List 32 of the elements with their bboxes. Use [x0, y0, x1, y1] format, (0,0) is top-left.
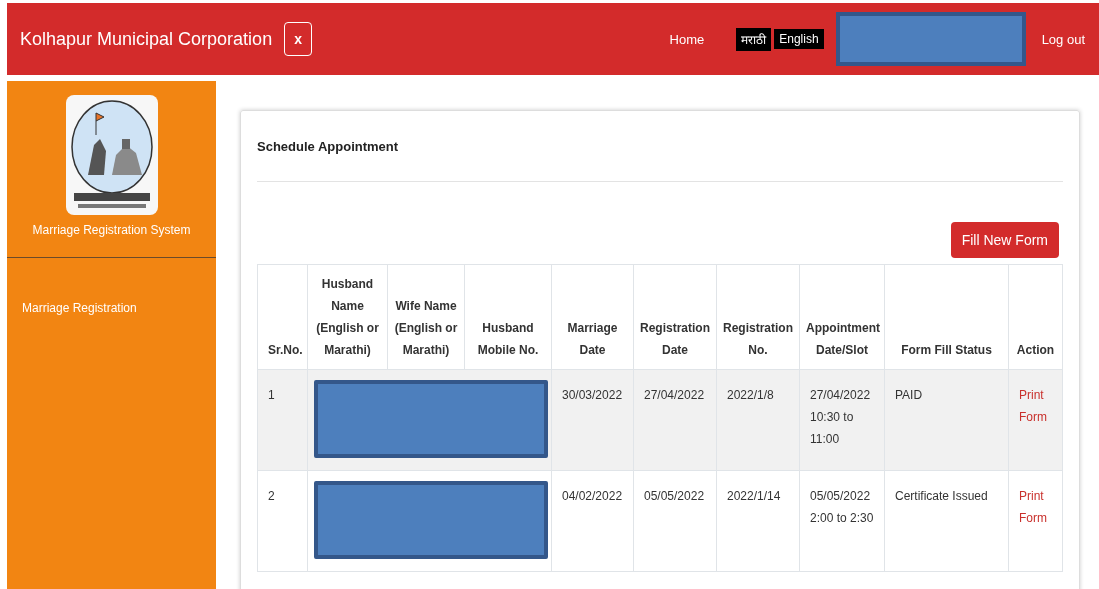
sidebar-item[interactable]: Marriage Registration [7, 301, 216, 315]
column-header: Registration No. [716, 264, 800, 370]
fill-new-form-button[interactable]: Fill New Form [950, 222, 1059, 258]
close-button[interactable]: x [284, 22, 313, 56]
table-cell: 30/03/2022 [551, 369, 634, 471]
language-button[interactable]: मराठी [736, 27, 772, 51]
column-header: Appointment Date/Slot [799, 264, 885, 370]
site-title: Kolhapur Municipal Corporation [20, 28, 273, 50]
column-header: Husband Name (English or Marathi) [307, 264, 388, 370]
column-header: Action [1008, 264, 1063, 370]
table-cell: 05/05/2022 [633, 470, 717, 572]
table-cell: 27/04/2022 10:30 to 11:00 [799, 369, 885, 471]
column-header: Wife Name (English or Marathi) [387, 264, 465, 370]
language-button[interactable]: English [774, 29, 824, 49]
column-header: Husband Mobile No. [464, 264, 552, 370]
table-cell: 2022/1/14 [716, 470, 800, 572]
table-cell: 2022/1/8 [716, 369, 800, 471]
table-cell: Certificate Issued [884, 470, 1009, 572]
table-cell: PAID [884, 369, 1009, 471]
table-cell: 2 [257, 470, 308, 572]
column-header: Marriage Date [551, 264, 634, 370]
column-header: Sr.No. [257, 264, 308, 370]
card-title: Schedule Appointment [257, 139, 400, 154]
table-cell: 04/02/2022 [551, 470, 634, 572]
system-name: Marriage Registration System [31, 223, 192, 237]
column-header: Form Fill Status [884, 264, 1009, 370]
column-header: Registration Date [633, 264, 717, 370]
logout-link[interactable]: Log out [1041, 31, 1085, 47]
table-cell: 1 [257, 369, 308, 471]
table-cell: 05/05/2022 2:00 to 2:30 [799, 470, 885, 572]
home-link[interactable]: Home [669, 31, 705, 47]
table-cell: 27/04/2022 [633, 369, 717, 471]
